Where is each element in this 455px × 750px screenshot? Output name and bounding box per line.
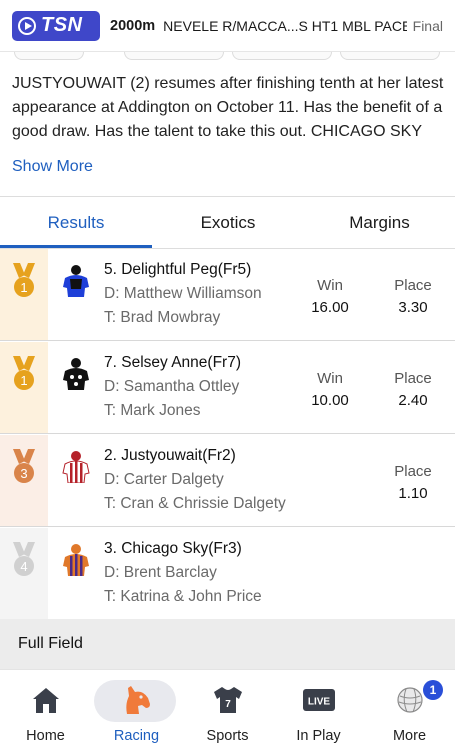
race-preview-text: JUSTYOUWAIT (2) resumes after finishing … xyxy=(12,75,444,140)
win-dividend: 16.00 xyxy=(311,299,349,316)
live-icon: LIVE xyxy=(301,682,337,718)
notification-badge: 1 xyxy=(423,680,443,700)
win-label: Win xyxy=(317,277,343,294)
nav-in-play[interactable]: LIVE In Play xyxy=(273,670,364,750)
nav-label: Racing xyxy=(113,728,160,744)
race-name: NEVELE R/MACCA...S HT1 MBL PACE xyxy=(163,17,408,34)
filter-chip[interactable] xyxy=(232,52,332,60)
grey-medal-icon: 4 xyxy=(13,542,35,576)
result-row[interactable]: 1 7. Selsey Anne(Fr7) D: Samantha Ottley… xyxy=(0,342,455,434)
result-row[interactable]: 3 2. Justyouwait(Fr2) D: Carter Dalgety … xyxy=(0,435,455,527)
home-icon xyxy=(28,682,64,718)
filter-chip-strip xyxy=(0,52,455,64)
nav-label: Sports xyxy=(206,728,249,744)
full-field-header[interactable]: Full Field xyxy=(0,619,455,669)
runner-driver: D: Carter Dalgety xyxy=(104,471,224,488)
tab-label: Margins xyxy=(349,213,410,232)
result-row[interactable]: 4 3. Chicago Sky(Fr3) D: Brent Barclay T… xyxy=(0,528,455,620)
show-more-link[interactable]: Show More xyxy=(12,158,93,176)
race-header: TSN 2000m NEVELE R/MACCA...S HT1 MBL PAC… xyxy=(0,0,455,52)
runner-driver: D: Samantha Ottley xyxy=(104,378,240,395)
runner-name[interactable]: 3. Chicago Sky(Fr3) xyxy=(104,540,242,558)
nav-label: In Play xyxy=(296,728,341,744)
logo-text: TSN xyxy=(41,14,83,36)
svg-text:7: 7 xyxy=(225,699,231,710)
result-row[interactable]: 1 5. Delightful Peg(Fr5) D: Matthew Will… xyxy=(0,249,455,341)
runner-name[interactable]: 5. Delightful Peg(Fr5) xyxy=(104,261,251,279)
tab-results[interactable]: Results xyxy=(0,198,152,248)
win-label: Win xyxy=(317,370,343,387)
nav-more[interactable]: 1 More xyxy=(364,670,455,750)
divider xyxy=(0,196,455,197)
runner-name[interactable]: 2. Justyouwait(Fr2) xyxy=(104,447,236,465)
jockey-silk-icon xyxy=(63,265,89,297)
nav-racing[interactable]: Racing xyxy=(91,670,182,750)
nav-label: More xyxy=(392,728,427,744)
full-field-label: Full Field xyxy=(18,635,83,652)
nav-sports[interactable]: 7 Sports xyxy=(182,670,273,750)
live-icon-text: LIVE xyxy=(307,697,330,708)
medal-number: 3 xyxy=(20,466,27,481)
win-dividend: 10.00 xyxy=(311,392,349,409)
nav-label: Home xyxy=(26,728,65,744)
place-label: Place xyxy=(394,463,432,480)
runner-trainer: T: Brad Mowbray xyxy=(104,309,221,326)
horse-head-icon xyxy=(119,682,155,718)
place-dividend: 1.10 xyxy=(398,485,428,502)
runner-driver: D: Matthew Williamson xyxy=(104,285,262,302)
place-dividend: 2.40 xyxy=(398,392,428,409)
runner-name[interactable]: 7. Selsey Anne(Fr7) xyxy=(104,354,241,372)
jockey-silk-icon xyxy=(62,451,90,483)
runner-trainer: T: Katrina & John Price xyxy=(104,588,262,605)
gold-medal-icon: 1 xyxy=(13,263,35,297)
bottom-nav: Home Racing 7 Sports LIVE In Play 1 More xyxy=(0,669,455,750)
filter-chip[interactable] xyxy=(340,52,440,60)
place-label: Place xyxy=(394,370,432,387)
place-dividend: 3.30 xyxy=(398,299,428,316)
medal-number: 1 xyxy=(20,373,27,388)
jockey-silk-icon xyxy=(63,544,89,576)
tsn-logo[interactable]: TSN xyxy=(12,10,100,41)
filter-chip[interactable] xyxy=(124,52,224,60)
tab-label: Results xyxy=(47,213,105,232)
race-status: Final xyxy=(412,17,443,34)
nav-home[interactable]: Home xyxy=(0,670,91,750)
runner-trainer: T: Cran & Chrissie Dalgety xyxy=(104,495,286,512)
medal-number: 4 xyxy=(20,559,27,574)
ball-icon xyxy=(392,682,428,718)
race-distance: 2000m xyxy=(110,17,156,34)
runner-trainer: T: Mark Jones xyxy=(104,402,201,419)
gold-medal-icon: 1 xyxy=(13,356,35,390)
place-label: Place xyxy=(394,277,432,294)
tab-exotics[interactable]: Exotics xyxy=(152,198,304,248)
play-icon xyxy=(18,16,36,35)
tab-margins[interactable]: Margins xyxy=(304,198,455,248)
filter-chip[interactable] xyxy=(14,52,84,60)
jersey-icon: 7 xyxy=(210,682,246,718)
results-tabs: Results Exotics Margins xyxy=(0,198,455,248)
bronze-medal-icon: 3 xyxy=(13,449,35,483)
tab-label: Exotics xyxy=(200,213,256,232)
runner-driver: D: Brent Barclay xyxy=(104,564,217,581)
medal-number: 1 xyxy=(20,280,27,295)
jockey-silk-icon xyxy=(63,358,89,390)
